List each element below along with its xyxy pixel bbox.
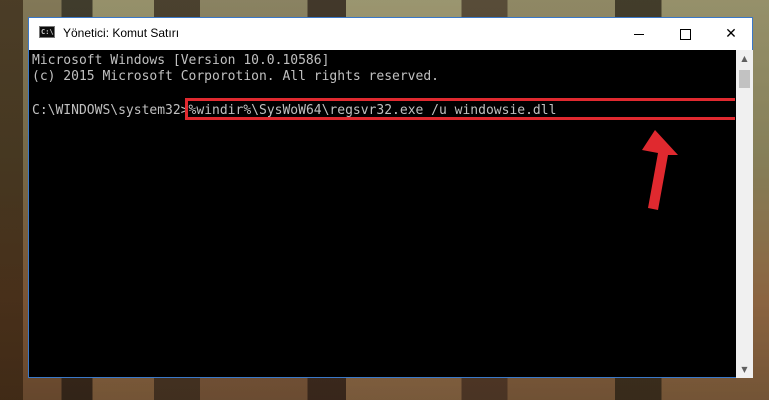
scrollbar-thumb[interactable] xyxy=(739,70,750,88)
version-line: Microsoft Windows [Version 10.0.10586] xyxy=(32,53,330,68)
close-button[interactable]: ✕ xyxy=(708,18,754,50)
scroll-down-icon[interactable]: ▼ xyxy=(736,361,753,378)
command-highlight-box xyxy=(185,98,735,120)
copyright-line: (c) 2015 Microsoft Corporotion. All righ… xyxy=(32,69,439,84)
prompt-text: C:\WINDOWS\system32> xyxy=(32,103,189,118)
maximize-button[interactable] xyxy=(662,18,708,50)
maximize-icon xyxy=(679,28,691,40)
cmd-app-icon: C:\ xyxy=(39,26,55,38)
minimize-button[interactable] xyxy=(616,18,662,50)
close-icon: ✕ xyxy=(725,26,737,42)
window-title: Yönetici: Komut Satırı xyxy=(63,26,180,40)
vertical-scrollbar[interactable]: ▲ ▼ xyxy=(736,50,753,378)
scroll-up-icon[interactable]: ▲ xyxy=(736,50,753,67)
red-arrow-icon xyxy=(642,130,678,210)
title-bar[interactable]: C:\ Yönetici: Komut Satırı ✕ xyxy=(29,18,752,50)
minimize-icon xyxy=(634,33,644,35)
